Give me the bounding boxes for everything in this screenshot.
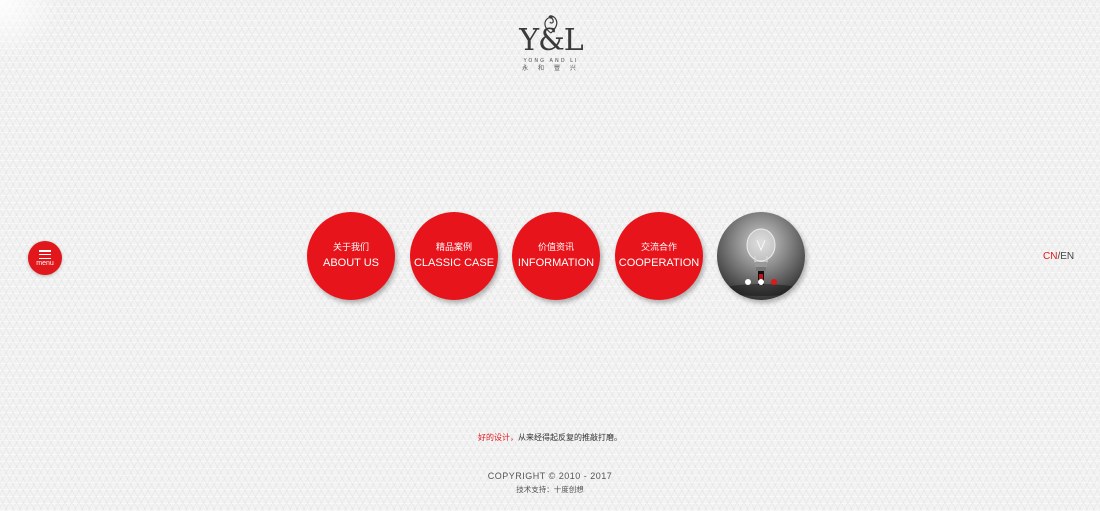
copyright-text: COPYRIGHT © 2010 - 2017 bbox=[487, 471, 613, 481]
slider-dot-1[interactable] bbox=[745, 279, 751, 285]
nav-classic-case-en: CLASSIC CASE bbox=[413, 257, 495, 269]
logo-ornament-icon bbox=[544, 15, 558, 34]
lang-cn-link[interactable]: CN bbox=[1043, 251, 1057, 262]
language-switcher: CN/EN bbox=[1043, 251, 1074, 263]
nav-information-en: INFORMATION bbox=[517, 257, 595, 269]
nav-about-us-button[interactable]: 关于我们 ABOUT US bbox=[307, 212, 395, 300]
nav-about-us-cn: 关于我们 bbox=[332, 243, 369, 253]
nav-information-cn: 价值资讯 bbox=[537, 243, 574, 253]
slogan-rest: 从来经得起反复的推敲打磨。 bbox=[518, 433, 622, 442]
nav-classic-case-button[interactable]: 精品案例 CLASSIC CASE bbox=[410, 212, 498, 300]
menu-label: menu bbox=[36, 260, 54, 267]
nav-information-button[interactable]: 价值资讯 INFORMATION bbox=[512, 212, 600, 300]
logo-subtitle-en: YONG AND LI bbox=[523, 58, 579, 64]
tech-support-text: 技术支持：十度创想 bbox=[516, 485, 584, 494]
hamburger-icon bbox=[39, 250, 51, 260]
slider-dot-3[interactable] bbox=[771, 279, 777, 285]
nav-cooperation-en: COOPERATION bbox=[618, 257, 700, 269]
footer-slogan: 好的设计，从来经得起反复的推敲打磨。 bbox=[0, 433, 1100, 443]
nav-classic-case-cn: 精品案例 bbox=[435, 243, 472, 253]
nav-cooperation-button[interactable]: 交流合作 COOPERATION bbox=[615, 212, 703, 300]
nav-cooperation-cn: 交流合作 bbox=[640, 243, 677, 253]
slogan-highlight: 好的设计， bbox=[478, 433, 518, 442]
light-bulb-photo bbox=[721, 228, 801, 296]
lang-en-link[interactable]: EN bbox=[1060, 251, 1074, 262]
nav-about-us-en: ABOUT US bbox=[322, 257, 380, 269]
image-slider[interactable] bbox=[717, 212, 805, 300]
logo-subtitle-cn: 永 和 豐 兴 bbox=[522, 65, 580, 72]
menu-button[interactable]: menu bbox=[28, 241, 62, 275]
slider-dot-2[interactable] bbox=[758, 279, 764, 285]
brand-logo[interactable]: Y&L YONG AND LI 永 和 豐 兴 bbox=[517, 14, 585, 76]
